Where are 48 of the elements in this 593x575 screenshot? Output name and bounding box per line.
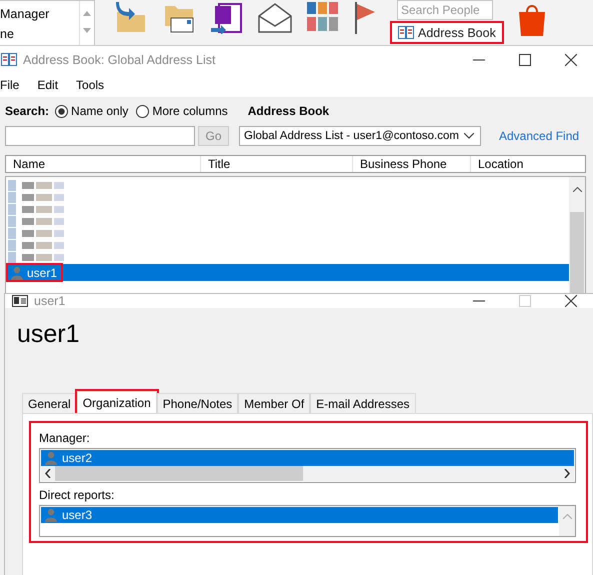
manager-label: Manager: [39, 431, 91, 445]
person-icon [45, 508, 57, 522]
tab[interactable]: Phone/Notes [156, 393, 238, 413]
search-label: Search: [5, 104, 50, 118]
maximize-icon [519, 54, 531, 66]
column-header[interactable]: Location [471, 156, 585, 172]
person-icon [11, 266, 23, 280]
menu-item[interactable]: File [0, 78, 20, 92]
list-item[interactable]: user3 [41, 507, 558, 523]
menu-item[interactable]: Tools [76, 78, 104, 92]
direct-reports-label: Direct reports: [39, 488, 116, 502]
search-field[interactable]: Search People [397, 0, 493, 20]
folder-arrow-icon [113, 2, 147, 34]
tab[interactable]: Organization [76, 391, 157, 413]
chevron-down-icon [464, 133, 474, 139]
list-item[interactable]: user2 [41, 450, 574, 466]
down-arrow-icon [83, 28, 91, 33]
window-title: Address Book: Global Address List [23, 52, 216, 66]
address-book-label: Address Book [248, 104, 330, 118]
scroll-thumb[interactable] [55, 466, 303, 481]
search-input[interactable] [5, 126, 195, 146]
contact-name[interactable]: user1 [8, 265, 62, 280]
tab[interactable]: E-mail Addresses [310, 393, 416, 413]
close-icon [565, 54, 577, 66]
shopping-bag-icon [516, 2, 547, 36]
address-book-dropdown[interactable]: Global Address List - user1@contoso.com [239, 126, 481, 146]
column-header[interactable]: Name [6, 156, 201, 172]
up-arrow-icon [83, 11, 91, 16]
contact-heading: user1 [17, 320, 81, 350]
person-icon [45, 451, 57, 465]
color-grid-icon [307, 2, 339, 34]
close-icon [565, 295, 577, 307]
advanced-find-link[interactable]: Advanced Find [499, 129, 580, 143]
tab[interactable]: Member Of [238, 393, 310, 413]
column-header[interactable]: Business Phone [353, 156, 471, 172]
address-book-button[interactable]: Address Book [391, 22, 503, 43]
radio-button[interactable]: More columns [136, 104, 228, 118]
maximize-icon [519, 295, 531, 307]
list-item[interactable]: Manager [0, 7, 79, 21]
flag-icon [353, 2, 377, 34]
column-header[interactable]: Title [201, 156, 353, 172]
tab[interactable]: General [22, 393, 77, 413]
scroll-thumb[interactable] [570, 212, 584, 295]
radio-button[interactable]: Name only [55, 104, 128, 118]
menu-item[interactable]: Edit [37, 78, 58, 92]
list-item[interactable]: ne [0, 27, 79, 41]
book-icon [398, 26, 414, 39]
window-title: user1 [34, 294, 66, 308]
